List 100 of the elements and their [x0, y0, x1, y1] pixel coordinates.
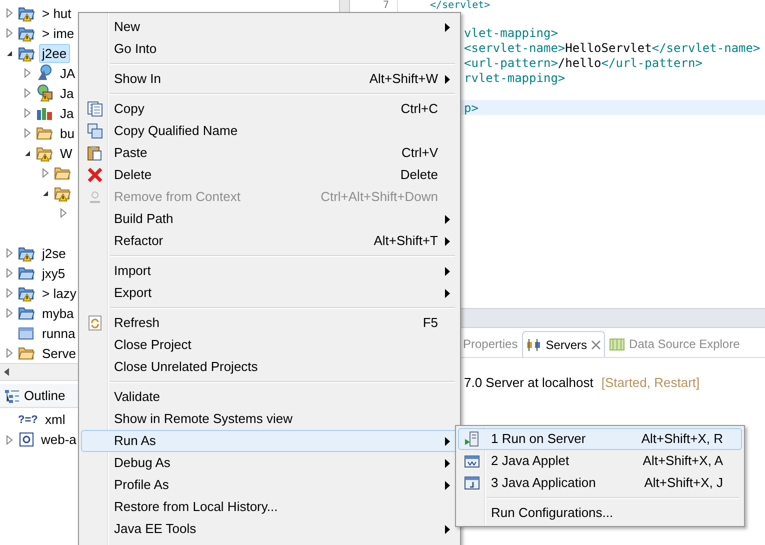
shortcut-text: Alt+Shift+X, R: [641, 430, 723, 448]
menu-item[interactable]: Restore from Local History...: [81, 496, 458, 518]
delete-icon: [87, 167, 103, 183]
submenu-arrow-icon: [445, 480, 450, 490]
tree-item[interactable]: Ja: [57, 84, 77, 102]
menu-item[interactable]: Export: [81, 282, 458, 304]
menu-item[interactable]: Run Configurations...: [458, 502, 742, 524]
server-name: 7.0 Server at localhost: [464, 374, 594, 392]
outline-icon: [4, 388, 20, 404]
menu-item[interactable]: Paste Ctrl+V: [81, 142, 458, 164]
menu-item[interactable]: Build Path: [81, 208, 458, 230]
menu-item[interactable]: Java EE Tools: [81, 518, 458, 540]
menu-item[interactable]: 2 Java Applet Alt+Shift+X, A: [458, 450, 742, 472]
clipboard-icon: [87, 145, 103, 161]
expand-arrow-icon[interactable]: [60, 208, 66, 218]
menu-item[interactable]: Refactor Alt+Shift+T: [81, 230, 458, 252]
menu-item[interactable]: Profile As: [81, 474, 458, 496]
submenu-arrow-icon: [445, 236, 450, 246]
menu-item[interactable]: Copy Ctrl+C: [81, 98, 458, 120]
shortcut-text: Alt+Shift+X, J: [644, 474, 723, 492]
tree-item[interactable]: > lazy: [39, 284, 80, 302]
code-line: <servlet-name>HelloServlet</servlet-name>: [464, 40, 760, 56]
submenu-arrow-icon: [445, 266, 450, 276]
expand-arrow-icon[interactable]: [24, 88, 30, 98]
refresh-icon: [87, 315, 103, 331]
view-tab[interactable]: Servers: [522, 331, 606, 357]
shortcut-text: F5: [422, 314, 438, 332]
tree-item[interactable]: myba: [39, 304, 77, 322]
database-icon: [609, 337, 626, 351]
menu-item[interactable]: Validate: [81, 386, 458, 408]
server-run-icon: [464, 431, 480, 447]
menu-item[interactable]: Go Into: [81, 38, 458, 60]
menu-item[interactable]: 3 Java Application Alt+Shift+X, J: [458, 472, 742, 494]
menu-item[interactable]: Refresh F5: [81, 312, 458, 334]
shortcut-text: Alt+Shift+W: [369, 70, 438, 88]
collapse-arrow-icon[interactable]: [6, 50, 12, 56]
expand-arrow-icon[interactable]: [6, 308, 12, 318]
submenu-arrow-icon: [445, 74, 450, 84]
tree-item[interactable]: Serve: [39, 344, 79, 362]
menu-item[interactable]: Close Unrelated Projects: [81, 356, 458, 378]
tree-item[interactable]: W: [57, 144, 76, 162]
xml-declaration-icon: ?=?: [18, 412, 40, 428]
shortcut-text: Alt+Shift+X, A: [642, 452, 723, 470]
tree-item[interactable]: bu: [57, 124, 78, 142]
menu-item[interactable]: 1 Run on Server Alt+Shift+X, R: [458, 428, 742, 450]
submenu-arrow-icon: [445, 436, 450, 446]
scroll-left-icon[interactable]: [4, 368, 9, 376]
submenu-arrow-icon: [445, 214, 450, 224]
shortcut-text: Alt+Shift+T: [374, 232, 438, 250]
tree-item[interactable]: j2ee: [39, 44, 70, 62]
menu-item[interactable]: Debug As: [81, 452, 458, 474]
expand-arrow-icon[interactable]: [6, 435, 12, 445]
submenu-arrow-icon: [445, 524, 450, 534]
menu-item[interactable]: Delete Delete: [81, 164, 458, 186]
menu-item[interactable]: Copy Qualified Name: [81, 120, 458, 142]
expand-arrow-icon[interactable]: [24, 68, 30, 78]
expand-arrow-icon[interactable]: [6, 8, 12, 18]
copy-icon: [87, 123, 103, 139]
shortcut-text: Ctrl+C: [400, 100, 438, 118]
submenu-arrow-icon: [445, 458, 450, 468]
menu-item[interactable]: Show In Alt+Shift+W: [81, 68, 458, 90]
menu-item[interactable]: New: [81, 16, 458, 38]
shortcut-text: Ctrl+Alt+Shift+Down: [320, 188, 438, 206]
submenu-arrow-icon: [445, 288, 450, 298]
expand-arrow-icon[interactable]: [6, 268, 12, 278]
copy-icon: [87, 101, 103, 117]
expand-arrow-icon[interactable]: [24, 128, 30, 138]
menu-item[interactable]: Run As: [81, 430, 458, 452]
expand-arrow-icon[interactable]: [6, 248, 12, 258]
submenu-arrow-icon: [445, 22, 450, 32]
remove-icon: [87, 189, 103, 205]
tree-item[interactable]: jxy5: [39, 264, 68, 282]
tree-item[interactable]: runna: [39, 324, 78, 342]
tree-item[interactable]: > hut: [39, 4, 74, 22]
tree-item[interactable]: JA: [57, 64, 78, 82]
tree-item[interactable]: Ja: [57, 104, 77, 122]
code-line: p>: [464, 100, 478, 116]
close-icon[interactable]: [591, 340, 602, 350]
expand-arrow-icon[interactable]: [42, 168, 48, 178]
code-line: </servlet>: [429, 0, 490, 12]
code-line: rvlet-mapping>: [464, 70, 566, 86]
collapse-arrow-icon[interactable]: [24, 150, 30, 156]
code-line: <url-pattern>/hello</url-pattern>: [464, 54, 702, 72]
tree-item[interactable]: xml: [43, 410, 68, 430]
menu-item[interactable]: Import: [81, 260, 458, 282]
window-icon: [464, 475, 480, 491]
servers-icon: [526, 338, 542, 352]
collapse-arrow-icon[interactable]: [42, 190, 48, 196]
tree-item[interactable]: j2se: [39, 244, 69, 262]
menu-item[interactable]: Show in Remote Systems view: [81, 408, 458, 430]
expand-arrow-icon[interactable]: [6, 28, 12, 38]
tree-item[interactable]: > ime: [39, 24, 78, 42]
shortcut-text: Delete: [400, 166, 438, 184]
shortcut-text: Ctrl+V: [402, 144, 438, 162]
expand-arrow-icon[interactable]: [6, 288, 12, 298]
menu-item[interactable]: Close Project: [81, 334, 458, 356]
expand-arrow-icon[interactable]: [6, 348, 12, 358]
view-tab[interactable]: Outline: [24, 386, 66, 406]
tree-item[interactable]: web-a: [39, 430, 78, 450]
expand-arrow-icon[interactable]: [24, 108, 30, 118]
